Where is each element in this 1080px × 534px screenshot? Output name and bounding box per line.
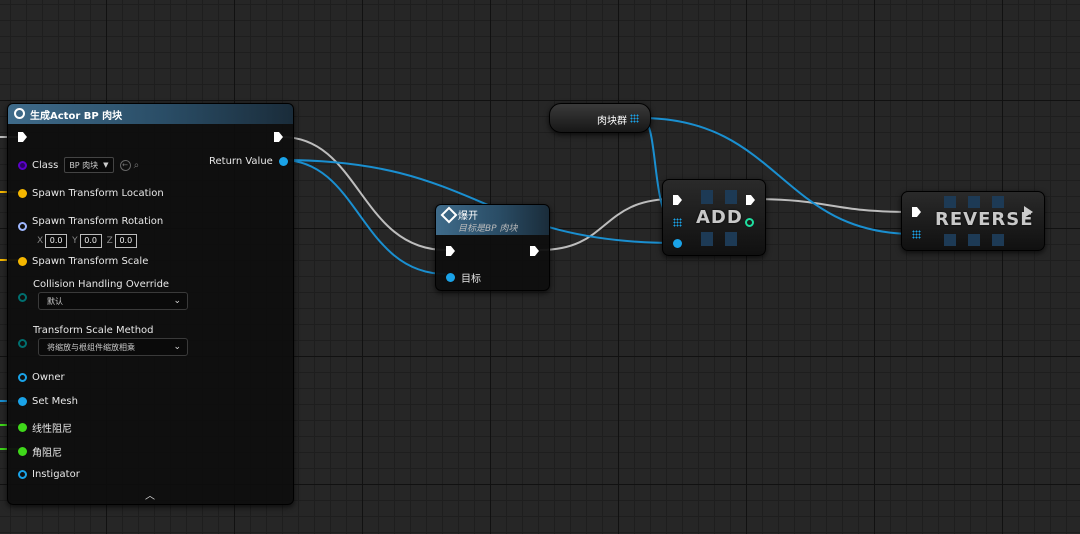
add-exec-in-pin[interactable] [673, 195, 682, 205]
location-pin-icon [18, 189, 27, 198]
spawn-location-pin[interactable]: Spawn Transform Location [18, 188, 164, 199]
explode-target-pin[interactable]: 目标 [446, 270, 481, 285]
exec-out-pin[interactable] [274, 132, 283, 142]
add-label: ADD [696, 207, 743, 228]
set-mesh-label: Set Mesh [32, 396, 78, 407]
index-pin-icon [745, 218, 754, 227]
instigator-pin-icon [18, 470, 27, 479]
reverse-exec-out-pin[interactable] [1024, 206, 1033, 218]
collision-dropdown-value: 默认 [47, 296, 63, 306]
target-pin-icon [446, 273, 455, 282]
explode-node[interactable]: 爆开 目标是BP 肉块 目标 [435, 204, 550, 291]
exec-out-icon [1024, 206, 1033, 218]
search-icon[interactable]: ⌕ [134, 160, 140, 171]
class-select[interactable]: BP 肉块 ▼ [64, 157, 114, 173]
spawn-actor-node-header[interactable]: 生成Actor BP 肉块 [8, 104, 293, 124]
collision-label: Collision Handling Override [33, 279, 170, 290]
exec-in-icon [18, 132, 27, 142]
instigator-label: Instigator [32, 469, 80, 480]
collision-pin-label-row: Collision Handling Override [33, 279, 169, 290]
reverse-node[interactable]: REVERSE [901, 191, 1045, 251]
scale-method-dropdown-value: 将缩放与根组件缩放相乘 [47, 342, 135, 352]
target-label: 目标 [461, 274, 481, 285]
angular-damping-pin[interactable]: 角阻尼 [18, 444, 62, 459]
reverse-exec-in-pin[interactable] [912, 207, 921, 217]
node-title: 生成Actor BP 肉块 [30, 111, 123, 122]
explode-exec-in-pin[interactable] [446, 246, 455, 256]
chevron-down-icon: ▼ [103, 161, 109, 169]
exec-wire-spawn-to-explode [281, 136, 447, 251]
exec-in-icon [673, 195, 682, 205]
variable-label: 肉块群 [597, 116, 627, 127]
add-index-out-pin[interactable] [745, 218, 754, 227]
collision-dropdown[interactable]: 默认 ⌄ [38, 292, 188, 310]
array-pin-icon [673, 218, 682, 227]
chevron-down-icon: ⌄ [173, 342, 181, 352]
variable-node[interactable]: 肉块群 [549, 103, 651, 133]
return-value-pin[interactable]: Return Value [209, 156, 288, 167]
owner-pin[interactable]: Owner [18, 372, 65, 383]
rotation-z-field[interactable]: 0.0 [114, 234, 137, 248]
explode-title: 爆开 [458, 211, 478, 222]
add-exec-out-pin[interactable] [746, 195, 755, 205]
explode-subtitle: 目标是BP 肉块 [458, 224, 518, 234]
exec-out-icon [530, 246, 539, 256]
linear-damping-pin-icon [18, 423, 27, 432]
function-icon [440, 206, 458, 224]
set-mesh-pin[interactable]: Set Mesh [18, 396, 78, 407]
owner-pin-icon [18, 373, 27, 382]
add-node[interactable]: ADD [662, 179, 766, 256]
exec-in-icon [912, 207, 921, 217]
collision-pin-icon[interactable] [18, 293, 27, 302]
explode-exec-out-pin[interactable] [530, 246, 539, 256]
exec-out-icon [274, 132, 283, 142]
explode-node-header[interactable]: 爆开 目标是BP 肉块 [436, 205, 549, 235]
array-pin-icon[interactable] [630, 114, 639, 123]
rotation-y-field[interactable]: 0.0 [79, 234, 102, 248]
collapse-arrow-icon[interactable]: ︿ [145, 487, 155, 502]
item-pin-icon [673, 239, 682, 248]
class-pin[interactable]: Class BP 肉块 ▼ ← ⌕ [18, 157, 139, 173]
add-array-in-pin[interactable] [673, 218, 682, 227]
rotation-x-field[interactable]: 0.0 [45, 234, 68, 248]
linear-damping-label: 线性阻尼 [32, 424, 72, 435]
spawn-scale-pin[interactable]: Spawn Transform Scale [18, 256, 148, 267]
class-select-value: BP 肉块 [69, 160, 99, 170]
browse-arrow-icon[interactable]: ← [119, 159, 131, 171]
add-item-in-pin[interactable] [673, 239, 682, 248]
spawn-icon [14, 108, 25, 119]
exec-out-icon [746, 195, 755, 205]
owner-label: Owner [32, 372, 65, 383]
spawn-actor-node[interactable]: 生成Actor BP 肉块 Class BP 肉块 ▼ ← ⌕ Return V… [7, 103, 294, 505]
class-pin-label: Class [32, 159, 59, 171]
return-value-label: Return Value [209, 156, 273, 167]
set-mesh-pin-icon [18, 397, 27, 406]
instigator-pin[interactable]: Instigator [18, 469, 80, 480]
spawn-rotation-pin[interactable]: Spawn Transform Rotation X 0.0 Y 0.0 Z 0… [18, 212, 163, 248]
chevron-down-icon: ⌄ [173, 296, 181, 306]
scale-method-dropdown[interactable]: 将缩放与根组件缩放相乘 ⌄ [38, 338, 188, 356]
scale-method-label-row: Transform Scale Method [33, 325, 154, 336]
scale-method-label: Transform Scale Method [33, 325, 154, 336]
spawn-scale-label: Spawn Transform Scale [32, 256, 149, 267]
spawn-location-label: Spawn Transform Location [32, 188, 164, 199]
reverse-label: REVERSE [935, 209, 1034, 230]
reverse-array-in-pin[interactable] [912, 230, 921, 239]
object-wire-return-to-target [281, 159, 447, 275]
scale-method-pin-icon[interactable] [18, 339, 27, 348]
angular-damping-label: 角阻尼 [32, 448, 62, 459]
class-pin-icon [18, 160, 27, 170]
rotation-pin-icon [18, 222, 27, 231]
exec-in-icon [446, 246, 455, 256]
rotation-fields: X 0.0 Y 0.0 Z 0.0 [34, 234, 139, 248]
angular-damping-pin-icon [18, 447, 27, 456]
spawn-rotation-label: Spawn Transform Rotation [32, 216, 164, 227]
exec-in-pin[interactable] [18, 132, 27, 142]
scale-pin-icon [18, 257, 27, 266]
array-pin-icon [912, 230, 921, 239]
return-value-pin-icon [278, 157, 288, 166]
linear-damping-pin[interactable]: 线性阻尼 [18, 420, 72, 435]
exec-wire-add-to-reverse [752, 198, 912, 213]
